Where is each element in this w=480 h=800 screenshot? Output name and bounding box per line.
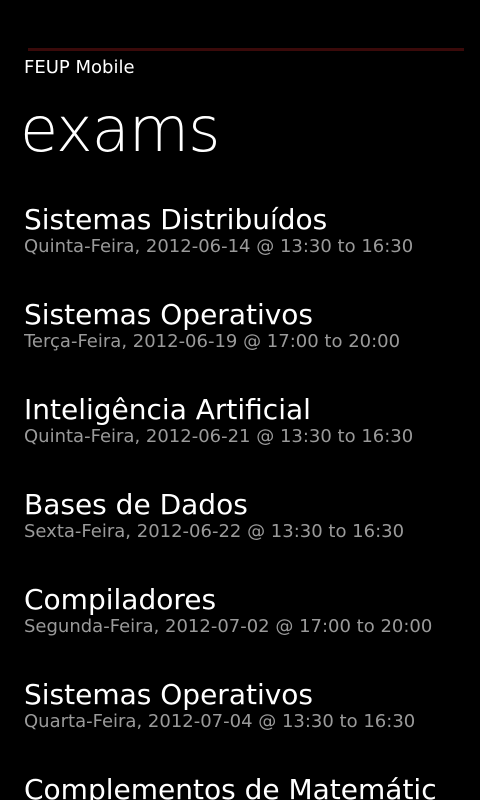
exam-list-item[interactable]: Sistemas Operativos Quarta-Feira, 2012-0… xyxy=(24,675,480,765)
exam-name: Complementos de Matemátic xyxy=(24,773,437,800)
exam-datetime: Sexta-Feira, 2012-06-22 @ 13:30 to 16:30 xyxy=(24,521,405,542)
exam-list-item[interactable]: Compiladores Segunda-Feira, 2012-07-02 @… xyxy=(24,580,480,670)
exam-name: Sistemas Distribuídos xyxy=(24,203,328,236)
loading-progress-line xyxy=(28,48,464,51)
exam-name: Inteligência Artificial xyxy=(24,393,311,426)
exam-list[interactable]: Sistemas Distribuídos Quinta-Feira, 2012… xyxy=(0,200,480,800)
exam-list-item[interactable]: Sistemas Operativos Terça-Feira, 2012-06… xyxy=(24,295,480,385)
exam-datetime: Segunda-Feira, 2012-07-02 @ 17:00 to 20:… xyxy=(24,616,433,637)
exam-name: Compiladores xyxy=(24,583,217,616)
page-title: exams xyxy=(20,93,220,166)
exam-name: Bases de Dados xyxy=(24,488,248,521)
exam-datetime: Quinta-Feira, 2012-06-21 @ 13:30 to 16:3… xyxy=(24,426,414,447)
exam-datetime: Terça-Feira, 2012-06-19 @ 17:00 to 20:00 xyxy=(24,331,401,352)
exam-list-item[interactable]: Complementos de Matemátic xyxy=(24,770,480,800)
exam-name: Sistemas Operativos xyxy=(24,678,314,711)
exam-datetime: Quarta-Feira, 2012-07-04 @ 13:30 to 16:3… xyxy=(24,711,416,732)
exam-list-item[interactable]: Bases de Dados Sexta-Feira, 2012-06-22 @… xyxy=(24,485,480,575)
exam-list-item[interactable]: Sistemas Distribuídos Quinta-Feira, 2012… xyxy=(24,200,480,290)
exam-list-item[interactable]: Inteligência Artificial Quinta-Feira, 20… xyxy=(24,390,480,480)
app-title: FEUP Mobile xyxy=(24,57,135,78)
exam-name: Sistemas Operativos xyxy=(24,298,314,331)
exam-datetime: Quinta-Feira, 2012-06-14 @ 13:30 to 16:3… xyxy=(24,236,414,257)
